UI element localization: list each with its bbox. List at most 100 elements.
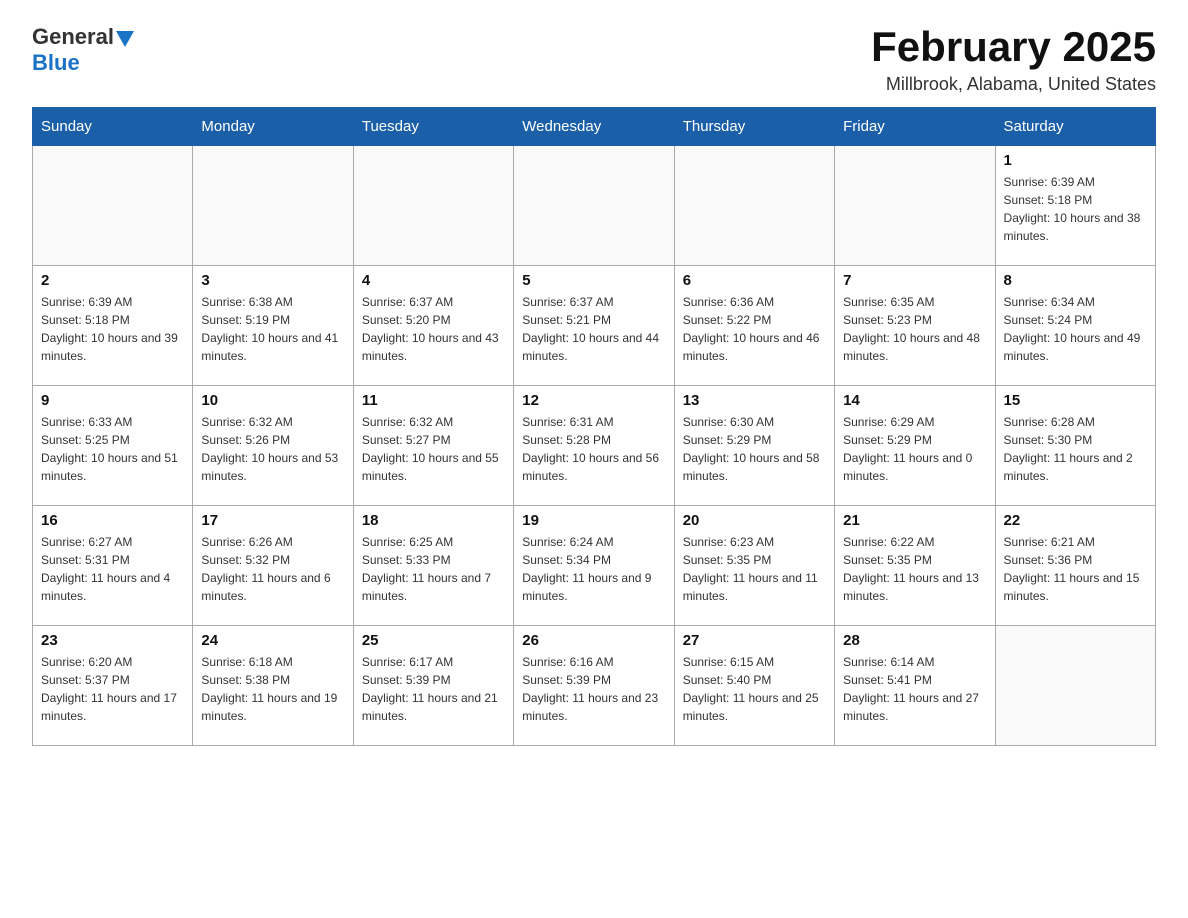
header-saturday: Saturday (995, 108, 1155, 146)
day-info: Sunrise: 6:36 AMSunset: 5:22 PMDaylight:… (683, 293, 826, 365)
calendar-cell: 23 Sunrise: 6:20 AMSunset: 5:37 PMDayligh… (33, 626, 193, 746)
calendar-cell: 1 Sunrise: 6:39 AMSunset: 5:18 PMDaylight… (995, 146, 1155, 266)
day-info: Sunrise: 6:15 AMSunset: 5:40 PMDaylight:… (683, 653, 826, 725)
day-number: 2 (41, 272, 184, 289)
day-number: 9 (41, 392, 184, 409)
logo-blue-text: Blue (32, 50, 80, 76)
logo-triangle-icon (116, 31, 134, 47)
day-info: Sunrise: 6:17 AMSunset: 5:39 PMDaylight:… (362, 653, 505, 725)
day-info: Sunrise: 6:37 AMSunset: 5:21 PMDaylight:… (522, 293, 665, 365)
day-info: Sunrise: 6:33 AMSunset: 5:25 PMDaylight:… (41, 413, 184, 485)
calendar-cell (353, 146, 513, 266)
day-info: Sunrise: 6:23 AMSunset: 5:35 PMDaylight:… (683, 533, 826, 605)
day-number: 1 (1004, 152, 1147, 169)
header-row: Sunday Monday Tuesday Wednesday Thursday… (33, 108, 1156, 146)
day-info: Sunrise: 6:32 AMSunset: 5:26 PMDaylight:… (201, 413, 344, 485)
day-number: 26 (522, 632, 665, 649)
day-number: 11 (362, 392, 505, 409)
day-number: 6 (683, 272, 826, 289)
header-thursday: Thursday (674, 108, 834, 146)
calendar-cell: 20 Sunrise: 6:23 AMSunset: 5:35 PMDayligh… (674, 506, 834, 626)
calendar-row-1: 2 Sunrise: 6:39 AMSunset: 5:18 PMDaylight… (33, 266, 1156, 386)
calendar-header: Sunday Monday Tuesday Wednesday Thursday… (33, 108, 1156, 146)
calendar-cell: 26 Sunrise: 6:16 AMSunset: 5:39 PMDayligh… (514, 626, 674, 746)
day-number: 20 (683, 512, 826, 529)
calendar-cell: 21 Sunrise: 6:22 AMSunset: 5:35 PMDayligh… (835, 506, 995, 626)
day-info: Sunrise: 6:26 AMSunset: 5:32 PMDaylight:… (201, 533, 344, 605)
header-sunday: Sunday (33, 108, 193, 146)
day-info: Sunrise: 6:20 AMSunset: 5:37 PMDaylight:… (41, 653, 184, 725)
calendar-row-4: 23 Sunrise: 6:20 AMSunset: 5:37 PMDayligh… (33, 626, 1156, 746)
day-number: 4 (362, 272, 505, 289)
calendar-cell: 3 Sunrise: 6:38 AMSunset: 5:19 PMDaylight… (193, 266, 353, 386)
calendar-cell: 2 Sunrise: 6:39 AMSunset: 5:18 PMDaylight… (33, 266, 193, 386)
day-info: Sunrise: 6:31 AMSunset: 5:28 PMDaylight:… (522, 413, 665, 485)
day-number: 8 (1004, 272, 1147, 289)
calendar-cell: 13Sunrise: 6:30 AMSunset: 5:29 PMDayligh… (674, 386, 834, 506)
calendar-cell: 6 Sunrise: 6:36 AMSunset: 5:22 PMDaylight… (674, 266, 834, 386)
day-info: Sunrise: 6:32 AMSunset: 5:27 PMDaylight:… (362, 413, 505, 485)
day-number: 3 (201, 272, 344, 289)
day-info: Sunrise: 6:16 AMSunset: 5:39 PMDaylight:… (522, 653, 665, 725)
calendar-cell: 11 Sunrise: 6:32 AMSunset: 5:27 PMDayligh… (353, 386, 513, 506)
calendar-cell: 7 Sunrise: 6:35 AMSunset: 5:23 PMDaylight… (835, 266, 995, 386)
title-area: February 2025 Millbrook, Alabama, United… (871, 24, 1156, 95)
day-number: 18 (362, 512, 505, 529)
logo-general-text: General (32, 24, 114, 50)
day-info: Sunrise: 6:39 AMSunset: 5:18 PMDaylight:… (1004, 173, 1147, 245)
logo: General Blue (32, 24, 134, 76)
day-number: 28 (843, 632, 986, 649)
day-number: 16 (41, 512, 184, 529)
day-info: Sunrise: 6:22 AMSunset: 5:35 PMDaylight:… (843, 533, 986, 605)
calendar-cell: 10 Sunrise: 6:32 AMSunset: 5:26 PMDayligh… (193, 386, 353, 506)
calendar-cell: 12 Sunrise: 6:31 AMSunset: 5:28 PMDayligh… (514, 386, 674, 506)
day-number: 25 (362, 632, 505, 649)
calendar-cell: 8Sunrise: 6:34 AMSunset: 5:24 PMDaylight… (995, 266, 1155, 386)
day-number: 19 (522, 512, 665, 529)
calendar-cell: 18 Sunrise: 6:25 AMSunset: 5:33 PMDayligh… (353, 506, 513, 626)
header-friday: Friday (835, 108, 995, 146)
calendar-cell: 24Sunrise: 6:18 AMSunset: 5:38 PMDayligh… (193, 626, 353, 746)
calendar-cell: 5 Sunrise: 6:37 AMSunset: 5:21 PMDaylight… (514, 266, 674, 386)
calendar-cell: 28 Sunrise: 6:14 AMSunset: 5:41 PMDayligh… (835, 626, 995, 746)
calendar-cell: 15Sunrise: 6:28 AMSunset: 5:30 PMDayligh… (995, 386, 1155, 506)
day-info: Sunrise: 6:29 AMSunset: 5:29 PMDaylight:… (843, 413, 986, 485)
day-info: Sunrise: 6:14 AMSunset: 5:41 PMDaylight:… (843, 653, 986, 725)
day-info: Sunrise: 6:30 AMSunset: 5:29 PMDaylight:… (683, 413, 826, 485)
day-info: Sunrise: 6:28 AMSunset: 5:30 PMDaylight:… (1004, 413, 1147, 485)
day-info: Sunrise: 6:25 AMSunset: 5:33 PMDaylight:… (362, 533, 505, 605)
day-number: 21 (843, 512, 986, 529)
calendar-cell: 17 Sunrise: 6:26 AMSunset: 5:32 PMDayligh… (193, 506, 353, 626)
day-info: Sunrise: 6:27 AMSunset: 5:31 PMDaylight:… (41, 533, 184, 605)
calendar-cell: 19 Sunrise: 6:24 AMSunset: 5:34 PMDayligh… (514, 506, 674, 626)
calendar-cell: 14 Sunrise: 6:29 AMSunset: 5:29 PMDayligh… (835, 386, 995, 506)
calendar-cell: 9 Sunrise: 6:33 AMSunset: 5:25 PMDaylight… (33, 386, 193, 506)
day-number: 10 (201, 392, 344, 409)
calendar-cell: 22Sunrise: 6:21 AMSunset: 5:36 PMDayligh… (995, 506, 1155, 626)
header-wednesday: Wednesday (514, 108, 674, 146)
calendar-row-3: 16 Sunrise: 6:27 AMSunset: 5:31 PMDayligh… (33, 506, 1156, 626)
day-info: Sunrise: 6:39 AMSunset: 5:18 PMDaylight:… (41, 293, 184, 365)
day-number: 5 (522, 272, 665, 289)
day-number: 17 (201, 512, 344, 529)
day-info: Sunrise: 6:18 AMSunset: 5:38 PMDaylight:… (201, 653, 344, 725)
day-info: Sunrise: 6:38 AMSunset: 5:19 PMDaylight:… (201, 293, 344, 365)
day-number: 12 (522, 392, 665, 409)
month-title: February 2025 (871, 24, 1156, 70)
page-header: General Blue February 2025 Millbrook, Al… (32, 24, 1156, 95)
day-info: Sunrise: 6:21 AMSunset: 5:36 PMDaylight:… (1004, 533, 1147, 605)
day-number: 14 (843, 392, 986, 409)
day-number: 7 (843, 272, 986, 289)
calendar-cell (33, 146, 193, 266)
day-info: Sunrise: 6:24 AMSunset: 5:34 PMDaylight:… (522, 533, 665, 605)
header-tuesday: Tuesday (353, 108, 513, 146)
calendar-cell: 27Sunrise: 6:15 AMSunset: 5:40 PMDayligh… (674, 626, 834, 746)
day-info: Sunrise: 6:35 AMSunset: 5:23 PMDaylight:… (843, 293, 986, 365)
location-subtitle: Millbrook, Alabama, United States (871, 74, 1156, 95)
calendar-table: Sunday Monday Tuesday Wednesday Thursday… (32, 107, 1156, 746)
calendar-cell: 25 Sunrise: 6:17 AMSunset: 5:39 PMDayligh… (353, 626, 513, 746)
calendar-cell (674, 146, 834, 266)
day-number: 23 (41, 632, 184, 649)
calendar-cell (514, 146, 674, 266)
calendar-cell (995, 626, 1155, 746)
